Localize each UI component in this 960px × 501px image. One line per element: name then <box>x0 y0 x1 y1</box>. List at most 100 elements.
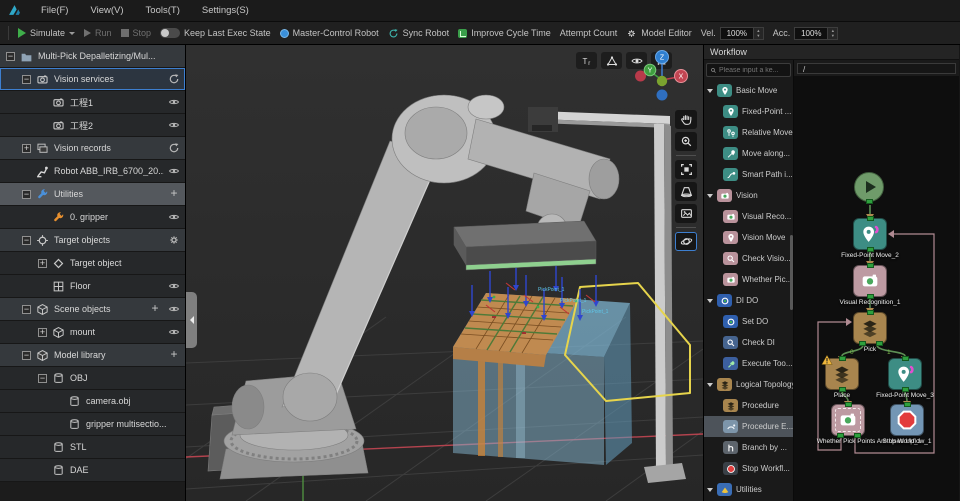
pan-hand-button[interactable] <box>675 110 697 129</box>
model-editor-button[interactable]: Model Editor <box>626 28 692 39</box>
skill-category-vision[interactable]: Vision <box>704 185 793 206</box>
frustum-button[interactable] <box>675 182 697 201</box>
refresh-icon[interactable] <box>168 142 180 154</box>
gear-icon[interactable] <box>168 234 180 246</box>
skill-item-execute-too[interactable]: Execute Too... <box>704 353 793 374</box>
caret-down-icon[interactable] <box>707 488 713 492</box>
eye-icon[interactable] <box>168 119 180 131</box>
collapse-expander-icon[interactable]: − <box>22 305 31 314</box>
acceleration-stepper[interactable]: ▲▼ <box>828 27 838 40</box>
improve-cycle-time-button[interactable]: Improve Cycle Time <box>458 28 551 38</box>
input-port[interactable] <box>845 402 852 407</box>
master-control-robot-button[interactable]: Master-Control Robot <box>280 28 379 38</box>
skill-item-vision-move[interactable]: Vision Move <box>704 227 793 248</box>
expand-expander-icon[interactable]: + <box>38 328 47 337</box>
run-button[interactable]: Run <box>84 28 112 38</box>
sidebar-item-scene-objects[interactable]: −Scene objects+ <box>0 298 185 321</box>
input-port[interactable] <box>902 356 909 361</box>
skill-item-procedure[interactable]: Procedure <box>704 395 793 416</box>
keep-last-exec-toggle[interactable]: Keep Last Exec State <box>160 28 271 38</box>
skill-item-move-along[interactable]: Move along... <box>704 143 793 164</box>
skill-item-branch-by[interactable]: Branch by ... <box>704 437 793 458</box>
skill-category-basic-move[interactable]: Basic Move <box>704 80 793 101</box>
sidebar-item-target-objects[interactable]: −Target objects <box>0 229 185 252</box>
skill-item-smart-path-i[interactable]: Smart Path i... <box>704 164 793 185</box>
input-port[interactable] <box>867 216 874 221</box>
skill-item-visual-reco[interactable]: Visual Reco... <box>704 206 793 227</box>
sidebar-item-floor[interactable]: Floor <box>0 275 185 298</box>
plus-icon[interactable]: + <box>168 349 180 361</box>
text-labels-button[interactable]: Tr <box>576 52 597 69</box>
workflow-node-fpm2[interactable] <box>853 218 887 250</box>
chevron-down-icon[interactable] <box>69 32 75 35</box>
velocity-input[interactable] <box>720 27 754 40</box>
sidebar-item-gripper-multisectio[interactable]: gripper multisectio... <box>0 413 185 436</box>
collapse-expander-icon[interactable]: − <box>22 236 31 245</box>
workflow-node-pick[interactable] <box>853 312 887 344</box>
simulate-button[interactable]: Simulate <box>18 28 75 38</box>
gizmo-neg-z-ball[interactable] <box>657 90 668 101</box>
expand-expander-icon[interactable]: + <box>38 259 47 268</box>
skill-item-check-di[interactable]: Check DI <box>704 332 793 353</box>
skill-item-procedure-e[interactable]: Procedure E... <box>704 416 793 437</box>
eye-icon[interactable] <box>168 211 180 223</box>
skill-list-scrollbar[interactable] <box>790 235 793 310</box>
input-port[interactable] <box>904 402 911 407</box>
caret-down-icon[interactable] <box>707 299 713 303</box>
stop-button[interactable]: Stop <box>121 28 152 38</box>
acceleration-input[interactable] <box>794 27 828 40</box>
sidebar-item-2[interactable]: 工程2 <box>0 114 185 137</box>
sidebar-collapse-handle[interactable] <box>186 292 197 348</box>
sidebar-item-target-object[interactable]: +Target object <box>0 252 185 275</box>
sidebar-item-vision-services[interactable]: −Vision services <box>0 68 185 91</box>
orbit-button[interactable] <box>675 232 697 251</box>
menu-item-file-f[interactable]: File(F) <box>39 5 70 16</box>
skill-item-set-do[interactable]: Set DO <box>704 311 793 332</box>
search-input[interactable] <box>719 67 787 74</box>
menu-item-settings-s[interactable]: Settings(S) <box>200 5 251 16</box>
skill-item-whether-pic[interactable]: Whether Pic... <box>704 269 793 290</box>
expand-expander-icon[interactable]: + <box>22 144 31 153</box>
toggle-switch-icon[interactable] <box>160 28 180 38</box>
eye-icon[interactable] <box>168 165 180 177</box>
velocity-stepper[interactable]: ▲▼ <box>754 27 764 40</box>
refresh-icon[interactable] <box>168 73 180 85</box>
eye-icon[interactable] <box>168 326 180 338</box>
sidebar-item-multi-pick-depalletizing-mul[interactable]: −Multi-Pick Depalletizing/Mul... <box>0 45 185 68</box>
eye-icon[interactable] <box>168 280 180 292</box>
plus-icon[interactable]: + <box>149 303 161 315</box>
eye-icon[interactable] <box>168 96 180 108</box>
sidebar-item-utilities[interactable]: −Utilities+ <box>0 183 185 206</box>
3d-viewport[interactable]: PickPoint_1 PickPoint_1 PickPoint_1 <box>186 45 703 501</box>
snapshot-button[interactable] <box>675 204 697 223</box>
sidebar-item-camera-obj[interactable]: camera.obj <box>0 390 185 413</box>
graph-breadcrumb[interactable]: / <box>797 63 956 74</box>
attempt-count-button[interactable]: Attempt Count <box>560 28 618 38</box>
caret-down-icon[interactable] <box>707 194 713 198</box>
orientation-gizmo[interactable]: Z Y X <box>635 50 693 108</box>
workflow-node-place[interactable] <box>825 358 859 390</box>
menu-item-tools-t[interactable]: Tools(T) <box>144 5 182 16</box>
collapse-expander-icon[interactable]: − <box>22 351 31 360</box>
input-port[interactable] <box>839 356 846 361</box>
sync-robot-button[interactable]: Sync Robot <box>388 28 450 39</box>
workflow-node-fpm3[interactable] <box>888 358 922 390</box>
collapse-expander-icon[interactable]: − <box>6 52 15 61</box>
caret-down-icon[interactable] <box>707 89 713 93</box>
workflow-graph-canvas[interactable]: 0 1 Fixed-Point Move_2Visual Recognition… <box>794 76 959 501</box>
skill-item-stop-workfl[interactable]: Stop Workfl... <box>704 458 793 479</box>
collapse-expander-icon[interactable]: − <box>22 190 31 199</box>
plus-icon[interactable]: + <box>168 188 180 200</box>
skill-search-box[interactable] <box>706 63 791 77</box>
sidebar-item-model-library[interactable]: −Model library+ <box>0 344 185 367</box>
input-port[interactable] <box>867 310 874 315</box>
caret-down-icon[interactable] <box>707 383 713 387</box>
sidebar-item-obj[interactable]: −OBJ <box>0 367 185 390</box>
output-port[interactable] <box>866 199 873 204</box>
gizmo-center-ball[interactable] <box>657 76 667 86</box>
skill-item-fixed-point[interactable]: Fixed-Point ... <box>704 101 793 122</box>
sidebar-item-robot-abb-irb-6700-20[interactable]: Robot ABB_IRB_6700_20... <box>0 160 185 183</box>
skill-item-relative-move[interactable]: Relative Move <box>704 122 793 143</box>
workflow-node-start[interactable] <box>854 172 884 202</box>
skill-category-utilities[interactable]: Utilities <box>704 479 793 500</box>
